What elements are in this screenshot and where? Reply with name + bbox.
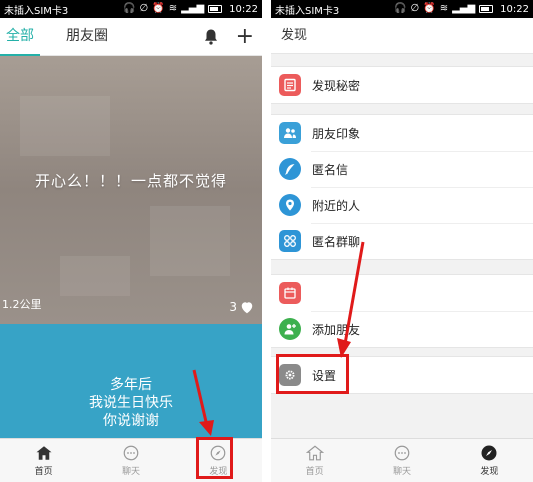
grid-icon [279, 230, 301, 252]
compass-icon [481, 445, 497, 461]
nav-label: 首页 [305, 467, 324, 477]
bell-icon[interactable] [202, 28, 220, 46]
nav-label: 聊天 [392, 467, 411, 477]
nav-chat[interactable]: 聊天 [87, 439, 174, 482]
menu-item-calendar[interactable] [271, 275, 533, 311]
right-phone-screen: 未插入SIM卡3 🎧 ∅ ⏰ ≋ ▂▄▆ 10:22 发现 发现秘密 朋友印象 [271, 0, 533, 482]
home-icon [36, 446, 52, 460]
menu-group: 添加朋友 [271, 274, 533, 348]
menu-group: 朋友印象 匿名信 附近的人 匿名群聊 [271, 114, 533, 260]
tab-all[interactable]: 全部 [0, 18, 40, 56]
bottom-nav: 首页 聊天 发现 [271, 438, 533, 482]
status-bar: 未插入SIM卡3 🎧 ∅ ⏰ ≋ ▂▄▆ 10:22 [0, 0, 262, 18]
menu-item-anonymous-letter[interactable]: 匿名信 [271, 151, 533, 187]
nav-label: 聊天 [121, 467, 140, 477]
home-icon [305, 445, 324, 461]
menu-item-add-friend[interactable]: 添加朋友 [271, 311, 533, 347]
heart-icon [241, 301, 253, 313]
top-nav: 全部 朋友圈 + [0, 18, 262, 56]
menu-item-label: 朋友印象 [312, 126, 361, 141]
signal-icon: ▂▄▆ [452, 3, 476, 14]
left-phone-screen: 未插入SIM卡3 🎧 ∅ ⏰ ≋ ▂▄▆ 10:22 全部 朋友圈 + 开心么！… [0, 0, 262, 482]
calendar-icon [279, 282, 301, 304]
nav-home[interactable]: 首页 [271, 439, 358, 482]
headphones-icon: 🎧 [394, 3, 407, 14]
signal-icon: ▂▄▆ [181, 3, 205, 14]
nav-home[interactable]: 首页 [0, 439, 87, 482]
mute-icon: ∅ [410, 3, 420, 14]
headphones-icon: 🎧 [123, 3, 136, 14]
wifi-icon: ≋ [168, 3, 178, 14]
menu-item-anonymous-group-chat[interactable]: 匿名群聊 [271, 223, 533, 259]
arrow-icon [337, 241, 365, 358]
menu-item-friend-impression[interactable]: 朋友印象 [271, 115, 533, 151]
mute-icon: ∅ [139, 3, 149, 14]
chat-icon [394, 445, 410, 461]
document-icon [279, 74, 301, 96]
menu-item-nearby-people[interactable]: 附近的人 [271, 187, 533, 223]
plus-icon[interactable]: + [236, 25, 254, 48]
feather-icon [279, 158, 301, 180]
nav-label: 发现 [480, 467, 499, 477]
menu-group: 发现秘密 [271, 66, 533, 104]
location-icon [279, 194, 301, 216]
clock: 10:22 [500, 3, 529, 15]
nav-discover[interactable]: 发现 [446, 439, 533, 482]
post-card[interactable]: 开心么！！！一点都不觉得 1.2公里 3 [0, 56, 262, 324]
post-line: 我说生日快乐 [89, 395, 173, 411]
tab-moments[interactable]: 朋友圈 [60, 18, 114, 56]
post-text: 开心么！！！一点都不觉得 [34, 172, 227, 190]
like-count: 3 [229, 300, 237, 314]
highlight-box [276, 354, 349, 394]
battery-icon [208, 5, 223, 13]
post-distance: 1.2公里 [2, 298, 42, 311]
battery-icon [479, 5, 494, 13]
post-line: 多年后 [110, 377, 152, 393]
post-line: 你说谢谢 [103, 413, 159, 429]
carrier-text: 未插入SIM卡3 [4, 5, 69, 17]
wifi-icon: ≋ [439, 3, 449, 14]
menu-item-label: 附近的人 [312, 198, 361, 213]
page-title: 发现 [271, 18, 533, 54]
nav-chat[interactable]: 聊天 [358, 439, 445, 482]
alarm-icon: ⏰ [423, 3, 436, 14]
alarm-icon: ⏰ [152, 3, 165, 14]
menu-item-label: 发现秘密 [312, 78, 361, 93]
carrier-text: 未插入SIM卡3 [275, 5, 340, 17]
nav-label: 首页 [34, 467, 53, 477]
like-button[interactable]: 3 [229, 300, 254, 314]
menu-item-discover-secret[interactable]: 发现秘密 [271, 67, 533, 103]
add-user-icon [279, 318, 301, 340]
highlight-box [196, 437, 233, 479]
menu-item-label: 匿名信 [312, 162, 349, 177]
clock: 10:22 [229, 3, 258, 15]
chat-icon [123, 445, 139, 461]
arrow-icon [192, 369, 214, 436]
people-icon [279, 122, 301, 144]
status-bar: 未插入SIM卡3 🎧 ∅ ⏰ ≋ ▂▄▆ 10:22 [271, 0, 533, 18]
post-card[interactable]: 多年后 我说生日快乐 你说谢谢 [0, 324, 262, 438]
